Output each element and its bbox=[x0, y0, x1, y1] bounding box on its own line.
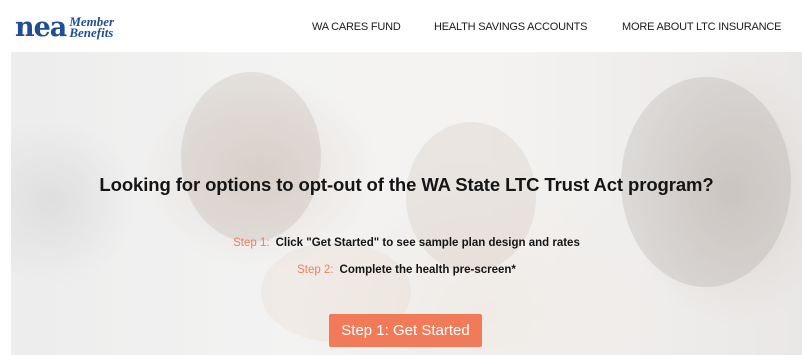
nea-member-benefits-logo[interactable]: nea Member Benefits bbox=[15, 11, 114, 43]
site-header: nea Member Benefits WA CARES FUND HEALTH… bbox=[0, 0, 802, 52]
step-1-text: Click "Get Started" to see sample plan d… bbox=[275, 237, 580, 249]
get-started-button[interactable]: Step 1: Get Started bbox=[329, 314, 482, 347]
hero-banner: Looking for options to opt-out of the WA… bbox=[11, 52, 802, 355]
hero-overlay bbox=[11, 52, 802, 355]
nav-wa-cares-fund[interactable]: WA CARES FUND bbox=[312, 21, 401, 33]
logo-benefits-text: Benefits bbox=[69, 25, 114, 40]
step-1-prefix: Step 1: bbox=[233, 237, 270, 249]
nav-health-savings-accounts[interactable]: HEALTH SAVINGS ACCOUNTS bbox=[434, 21, 588, 33]
step-2-line: Step 2: Complete the health pre-screen* bbox=[11, 264, 802, 276]
step-2-text: Complete the health pre-screen* bbox=[339, 264, 516, 276]
logo-member-benefits: Member Benefits bbox=[69, 15, 114, 40]
nav-more-about-ltc-insurance[interactable]: MORE ABOUT LTC INSURANCE bbox=[622, 21, 781, 33]
step-2-prefix: Step 2: bbox=[297, 264, 334, 276]
logo-nea-text: nea bbox=[15, 11, 67, 43]
step-1-line: Step 1: Click "Get Started" to see sample… bbox=[11, 237, 802, 249]
hero-title: Looking for options to opt-out of the WA… bbox=[99, 174, 714, 195]
